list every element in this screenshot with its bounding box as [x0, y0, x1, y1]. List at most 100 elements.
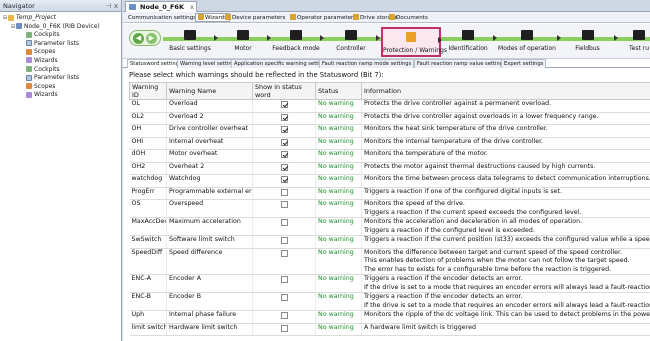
- information-line: Monitors the heat sink temperature of th…: [364, 125, 548, 132]
- document-tab-bar: Node_0_F6K x: [123, 0, 650, 12]
- warning-name-cell: Overload: [166, 99, 253, 113]
- subtab-expert-settings[interactable]: Expert settings: [501, 59, 547, 68]
- information-line: Protects the drive controller against a …: [364, 100, 552, 107]
- table-row[interactable]: limit switch Hardware limit switch No warn…: [129, 323, 650, 336]
- column-header[interactable]: Status: [315, 82, 362, 100]
- status-word-checkbox[interactable]: [280, 201, 288, 208]
- table-row[interactable]: MaxAccDec Maximum acceleration No warning M…: [129, 217, 650, 236]
- tree-item[interactable]: Cockpits: [0, 66, 121, 75]
- status-word-checkbox[interactable]: [280, 113, 288, 121]
- pin-icon[interactable]: ⊣ x: [106, 0, 118, 12]
- warning-name-cell: Overheat 2: [166, 162, 253, 175]
- toolbar-item-label: Operator parameters: [297, 15, 357, 21]
- tree-item[interactable]: ⊟ Temp_Project: [0, 14, 121, 23]
- warning-name-cell: Motor overheat: [166, 149, 253, 163]
- column-header[interactable]: Warning Name: [166, 82, 253, 100]
- tree-item[interactable]: Scopes: [0, 83, 121, 92]
- tree-item-label: Parameter lists: [34, 39, 80, 47]
- table-row[interactable]: OH Drive controller overheat No warning Mon…: [129, 124, 650, 138]
- status-word-checkbox[interactable]: [280, 126, 288, 133]
- table-row[interactable]: OS Overspeed No warning Monitors the speed …: [129, 199, 650, 218]
- tree-item[interactable]: ⊟ Node_0_F6K (RIB Device): [0, 23, 121, 32]
- status-word-checkbox[interactable]: [280, 324, 288, 332]
- warning-id-cell: OHI: [129, 137, 167, 150]
- warning-name-cell: Software limit switch: [166, 235, 253, 249]
- status-word-checkbox[interactable]: [280, 237, 288, 244]
- toolbar-documents[interactable]: Documents: [386, 13, 431, 22]
- subtab-application-specific-warning-settings[interactable]: Application specific warning settings: [231, 59, 332, 68]
- tree-item[interactable]: Parameter lists: [0, 74, 121, 83]
- subtab-fault-reaction-ramp-mode-settings[interactable]: Fault reaction ramp mode settings: [319, 59, 415, 68]
- table-row[interactable]: OL2 Overload 2 No warning Protects the driv…: [129, 112, 650, 125]
- table-row[interactable]: OL Overload No warning Protects the drive c…: [129, 99, 650, 113]
- status-word-checkbox[interactable]: [280, 188, 288, 196]
- table-row[interactable]: SpeedDiff Speed difference No warning Monit…: [129, 248, 650, 275]
- status-word-checkbox[interactable]: [280, 276, 288, 283]
- table-row[interactable]: dOH Motor overheat No warning Monitors the …: [129, 149, 650, 163]
- subtab-statusword-settings[interactable]: Statusword settings: [127, 59, 185, 68]
- table-row[interactable]: OH2 Overheat 2 No warning Protects the moto…: [129, 162, 650, 175]
- status-word-checkbox[interactable]: [280, 312, 288, 319]
- wizard-step-motor[interactable]: Motor: [218, 27, 271, 57]
- forward-arrow-icon[interactable]: ▶: [146, 33, 157, 44]
- wizard-step-modes-of-operation[interactable]: Modes of operation: [496, 27, 561, 57]
- warning-name-cell: Programmable external error: [166, 187, 253, 200]
- information-cell: Triggers a reaction if the current posit…: [361, 235, 650, 249]
- wizard-step-icon: [633, 30, 645, 40]
- document-tab[interactable]: Node_0_F6K x: [125, 1, 197, 12]
- wizard-step-identification[interactable]: Identification: [442, 27, 497, 57]
- toolbar-device-parameters[interactable]: Device parameters: [222, 13, 288, 22]
- navigator-title: Navigator: [3, 2, 35, 10]
- table-row[interactable]: OHI Internal overheat No warning Monitors t…: [129, 137, 650, 150]
- wizard-step-icon: [462, 30, 474, 40]
- status-word-checkbox[interactable]: [280, 294, 288, 301]
- wizard-step-icon: [345, 30, 357, 40]
- subtab-fault-reaction-ramp-value-settings[interactable]: Fault reaction ramp value settings: [414, 59, 509, 68]
- wizard-step-protection-warnings[interactable]: Protection / Warnings: [381, 27, 447, 57]
- table-row[interactable]: watchdog Watchdog No warning Monitors the t…: [129, 174, 650, 188]
- toolbar-item-icon: [353, 14, 359, 20]
- table-row[interactable]: Uph Internal phase failure No warning Monit…: [129, 310, 650, 324]
- column-header[interactable]: Show in status word: [252, 82, 316, 100]
- status-cell: No warning: [315, 174, 362, 188]
- status-word-checkbox[interactable]: [280, 138, 288, 146]
- toolbar-communication-settings[interactable]: Communication settings: [125, 13, 199, 22]
- information-cell: Monitors the internal temperature of the…: [361, 137, 650, 150]
- status-cell: No warning: [315, 248, 362, 275]
- show-in-status-cell: [252, 217, 316, 236]
- status-word-checkbox[interactable]: [280, 101, 288, 108]
- tree-item[interactable]: Wizards: [0, 91, 121, 100]
- information-cell: Monitors the acceleration and decelerati…: [361, 217, 650, 236]
- close-icon[interactable]: x: [190, 2, 194, 12]
- wizard-step-label: Modes of operation: [498, 45, 556, 52]
- status-word-checkbox[interactable]: [280, 176, 288, 183]
- wizard-step-feedback-mode[interactable]: Feedback mode: [271, 27, 324, 57]
- tree-item[interactable]: Wizards: [0, 57, 121, 66]
- project-tree: ⊟ Temp_Project ⊟ Node_0_F6K (RIB Device) Coc…: [0, 12, 121, 100]
- wizard-step-controller[interactable]: Controller: [325, 27, 380, 57]
- wizard-step-basic-settings[interactable]: Basic settings: [165, 27, 218, 57]
- back-arrow-icon[interactable]: ◀: [133, 33, 144, 44]
- toolbar-operator-parameters[interactable]: Operator parameters: [287, 13, 359, 22]
- tree-item[interactable]: Cockpits: [0, 31, 121, 40]
- column-header[interactable]: Warning ID: [129, 82, 167, 100]
- column-header[interactable]: Information: [361, 82, 650, 100]
- table-row[interactable]: SwSwitch Software limit switch No warning T…: [129, 235, 650, 249]
- tree-item[interactable]: Scopes: [0, 48, 121, 57]
- status-word-checkbox[interactable]: [280, 151, 288, 158]
- status-word-checkbox[interactable]: [280, 249, 288, 257]
- status-word-checkbox[interactable]: [280, 219, 288, 226]
- wizard-step-test-ru[interactable]: Test ru: [619, 27, 650, 57]
- status-word-checkbox[interactable]: [280, 163, 288, 171]
- table-row[interactable]: ENC-B Encoder B No warning Triggers a react…: [129, 292, 650, 311]
- wizard-step-icon: [184, 30, 196, 40]
- wizard-nav-buttons[interactable]: ◀ ▶: [129, 30, 161, 46]
- information-line: Triggers a reaction if the current speed…: [364, 208, 582, 216]
- table-row[interactable]: ENC-A Encoder A No warning Triggers a react…: [129, 274, 650, 293]
- toolbar-item-label: Communication settings: [128, 15, 197, 21]
- table-row[interactable]: ProgErr Programmable external error No war…: [129, 187, 650, 200]
- tree-item[interactable]: Parameter lists: [0, 40, 121, 49]
- wizard-step-fieldbus[interactable]: Fieldbus: [560, 27, 618, 57]
- wizard-icon: [26, 57, 32, 64]
- information-cell: Monitors the speed of the drive. Triggers…: [361, 199, 650, 218]
